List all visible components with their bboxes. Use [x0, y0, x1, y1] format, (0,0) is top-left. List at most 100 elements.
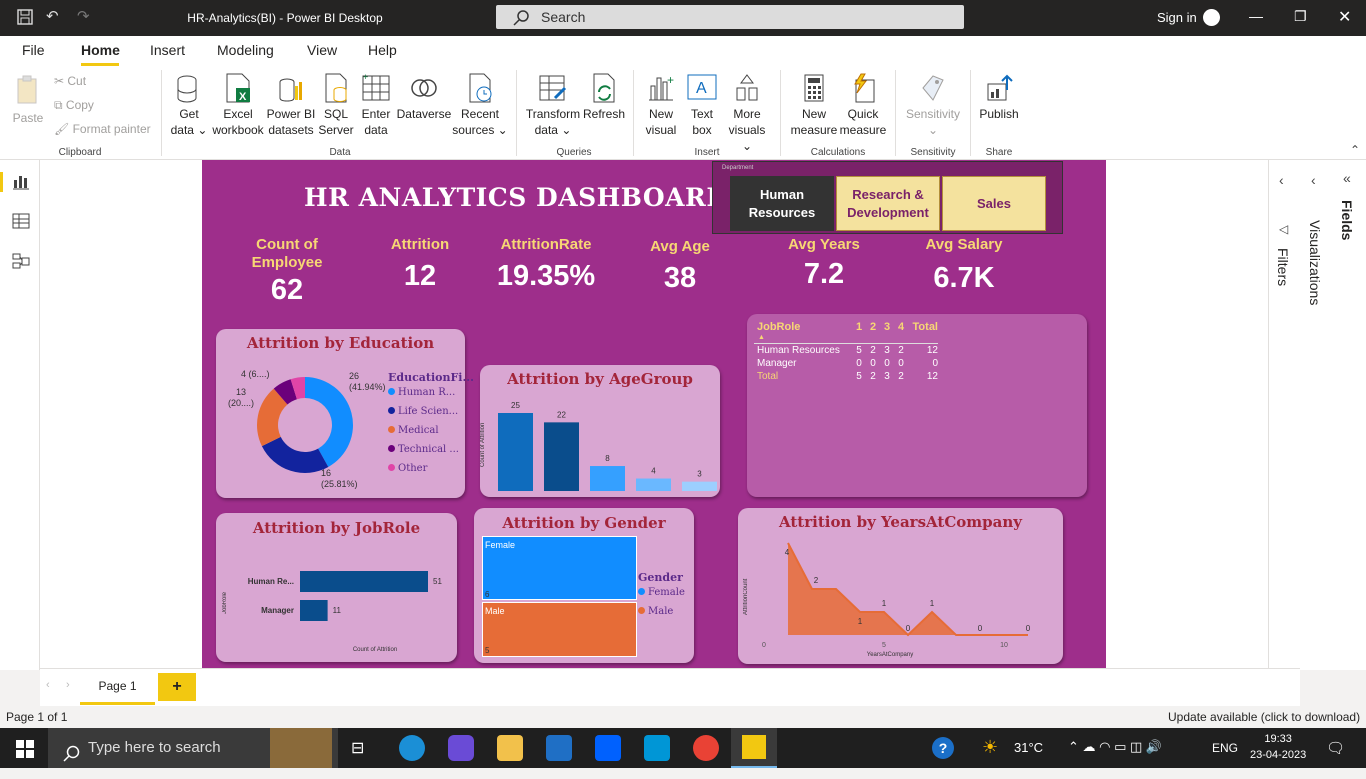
jobrole-bar[interactable]: [300, 571, 428, 592]
refresh-button[interactable]: Refresh: [582, 72, 626, 122]
slicer-option-human-resources[interactable]: Human Resources: [730, 176, 834, 231]
update-available-link[interactable]: Update available (click to download): [1168, 710, 1360, 724]
jobrole-x-axis-label: Count of Attrition: [352, 647, 398, 653]
copy-button[interactable]: ⧉ Copy: [54, 98, 94, 113]
sensitivity-button[interactable]: Sensitivity ⌄: [902, 72, 964, 138]
report-view-icon[interactable]: [12, 172, 30, 195]
prev-page-icon[interactable]: ‹: [46, 679, 50, 691]
page-tab-1[interactable]: Page 1: [80, 669, 155, 705]
age-bar[interactable]: [498, 413, 533, 491]
gender-legend-title: Gender: [638, 571, 683, 584]
matrix-header-cell[interactable]: 3: [880, 321, 894, 343]
clock[interactable]: 19:33 23-04-2023: [1250, 731, 1306, 763]
new-visual-button[interactable]: + New visual: [640, 72, 682, 138]
age-bar[interactable]: [590, 466, 625, 491]
chrome-icon[interactable]: [693, 735, 719, 761]
data-view-icon[interactable]: [12, 212, 30, 235]
cut-button[interactable]: ✂ Cut: [54, 74, 86, 88]
jobrole-bar-chart[interactable]: Human Re... 51 Manager 11: [232, 562, 450, 628]
group-calculations: Calculations: [810, 147, 866, 158]
menu-help[interactable]: Help: [368, 42, 397, 58]
education-donut[interactable]: [250, 370, 360, 480]
age-bar[interactable]: [682, 481, 717, 491]
file-explorer-icon[interactable]: [497, 735, 523, 761]
recent-sources-button[interactable]: Recent sources ⌄: [452, 72, 508, 138]
mail-icon[interactable]: [546, 735, 572, 761]
matrix-row[interactable]: Manager 0 0 0 0 0: [754, 357, 938, 370]
publish-button[interactable]: Publish: [976, 72, 1022, 122]
paste-button[interactable]: Paste: [10, 74, 46, 126]
model-view-icon[interactable]: [12, 252, 30, 275]
new-measure-button[interactable]: New measure: [788, 72, 840, 138]
sql-server-button[interactable]: SQL Server: [316, 72, 356, 138]
legend-item[interactable]: Other: [388, 463, 459, 482]
kpi-attrition: Attrition 12: [375, 236, 465, 293]
age-bar[interactable]: [544, 422, 579, 491]
minimize-icon[interactable]: —: [1249, 8, 1263, 24]
matrix-cell: 0: [932, 357, 938, 369]
collapse-visualizations-icon[interactable]: ‹: [1311, 172, 1316, 188]
matrix-header-cell[interactable]: Total: [908, 321, 938, 343]
legend-item[interactable]: Medical: [388, 425, 459, 444]
windows-start-icon[interactable]: [16, 740, 34, 763]
legend-item[interactable]: Technical ...: [388, 444, 459, 463]
power-bi-taskbar-button[interactable]: [731, 728, 777, 768]
close-icon[interactable]: ✕: [1338, 7, 1351, 27]
sign-in-link[interactable]: Sign in: [1157, 10, 1197, 25]
format-painter-button[interactable]: 🖌 Format painter: [54, 122, 151, 136]
hp-icon[interactable]: [644, 735, 670, 761]
matrix-header-cell[interactable]: 1: [852, 321, 866, 343]
filters-pane-tab[interactable]: Filters: [1275, 248, 1291, 286]
power-bi-datasets-button[interactable]: Power BI datasets: [266, 72, 316, 138]
quick-measure-button[interactable]: Quick measure: [838, 72, 888, 138]
collapse-ribbon-icon[interactable]: ⌃: [1350, 143, 1360, 157]
temperature[interactable]: 31°C: [1014, 740, 1043, 755]
collapse-filters-icon[interactable]: ‹: [1279, 172, 1284, 188]
matrix-header-cell[interactable]: JobRole ▲: [754, 321, 852, 343]
dropbox-icon[interactable]: [595, 735, 621, 761]
legend-item[interactable]: Human R...: [388, 387, 459, 406]
jobrole-bar[interactable]: [300, 600, 328, 621]
fields-pane-tab[interactable]: Fields: [1339, 200, 1355, 240]
agegroup-bar-chart[interactable]: 25 22 8 4 3: [492, 395, 717, 495]
menu-modeling[interactable]: Modeling: [217, 42, 274, 58]
task-view-icon[interactable]: ⊟: [351, 738, 364, 758]
years-area-chart[interactable]: 4211010 00 5 10: [755, 540, 1040, 652]
matrix-header-cell[interactable]: 4: [894, 321, 908, 343]
gender-tile-female[interactable]: Female 6: [482, 536, 637, 600]
add-page-button[interactable]: +: [158, 673, 196, 701]
slicer-option-sales[interactable]: Sales: [942, 176, 1046, 231]
legend-item[interactable]: Life Scien...: [388, 406, 459, 425]
visualizations-pane-tab[interactable]: Visualizations: [1307, 220, 1323, 305]
avatar[interactable]: [1203, 9, 1220, 26]
matrix-header-cell[interactable]: 2: [866, 321, 880, 343]
text-box-button[interactable]: A Text box: [682, 72, 722, 138]
enter-data-button[interactable]: + Enter data: [356, 72, 396, 138]
app-icon[interactable]: [448, 735, 474, 761]
help-icon[interactable]: ?: [932, 737, 954, 759]
menu-insert[interactable]: Insert: [150, 42, 185, 58]
language-indicator[interactable]: ENG: [1212, 741, 1238, 755]
age-bar[interactable]: [636, 478, 671, 491]
dataverse-button[interactable]: Dataverse: [396, 72, 452, 122]
slicer-option-research-development[interactable]: Research & Development: [836, 176, 940, 231]
search-box[interactable]: Search: [496, 5, 964, 29]
collapse-fields-icon[interactable]: «: [1343, 170, 1351, 186]
legend-item[interactable]: Male: [638, 606, 673, 617]
excel-workbook-button[interactable]: X Excel workbook: [210, 72, 266, 138]
matrix-row[interactable]: Human Resources 5 2 3 2 12: [754, 343, 938, 357]
edge-icon[interactable]: [399, 735, 425, 761]
next-page-icon[interactable]: ›: [66, 679, 70, 691]
menu-view[interactable]: View: [307, 42, 337, 58]
more-visuals-button[interactable]: More visuals ⌄: [722, 72, 772, 154]
get-data-button[interactable]: Get data ⌄: [168, 72, 210, 138]
menu-home[interactable]: Home: [81, 42, 120, 58]
legend-item[interactable]: Female: [638, 587, 685, 598]
transform-data-button[interactable]: Transform data ⌄: [524, 72, 582, 138]
gender-tile-male[interactable]: Male 5: [482, 602, 637, 657]
notifications-icon[interactable]: 🗨: [1326, 739, 1345, 757]
donut-slice[interactable]: [261, 436, 329, 473]
menu-file[interactable]: File: [22, 42, 45, 58]
restore-icon[interactable]: ❐: [1294, 8, 1307, 25]
system-tray-icons[interactable]: ⌃ ☁ ◠ ▭ ◫ 🔊: [1068, 739, 1162, 755]
